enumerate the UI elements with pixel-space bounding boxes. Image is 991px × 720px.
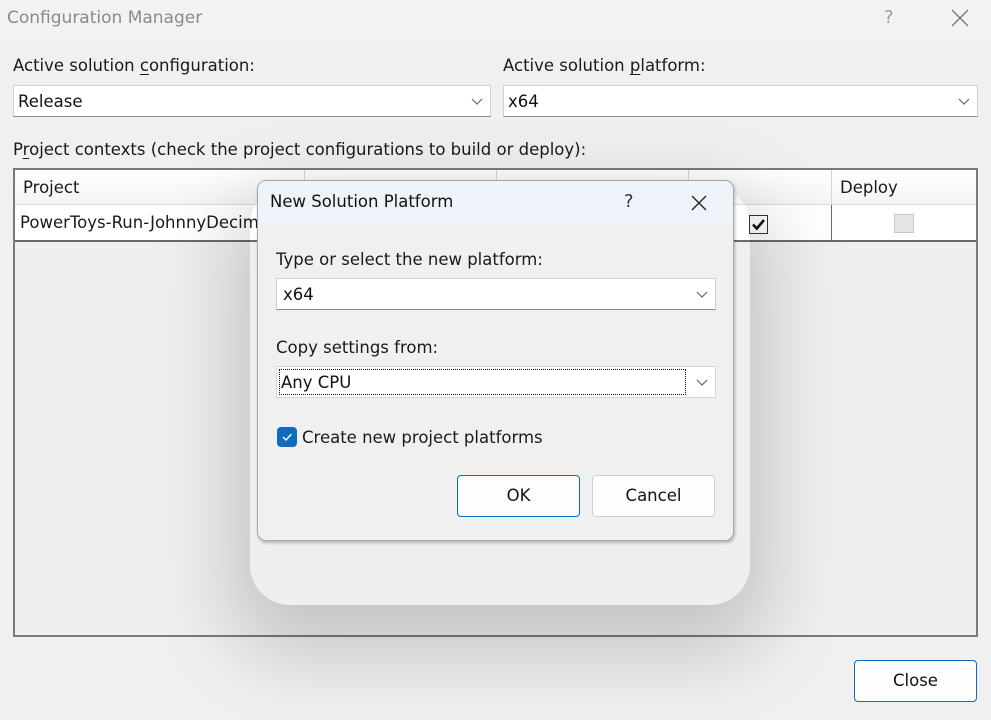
chevron-down-icon[interactable] [695, 376, 709, 388]
deploy-checkbox[interactable] [894, 214, 914, 233]
new-platform-label: Type or select the new platform: [276, 250, 543, 269]
active-configuration-label: Active solution configuration: [13, 56, 255, 75]
project-contexts-label: Project contexts (check the project conf… [13, 140, 587, 159]
active-platform-dropdown[interactable]: x64 [503, 85, 978, 117]
close-icon[interactable] [949, 7, 971, 29]
window-title: Configuration Manager [7, 8, 203, 28]
build-checkbox[interactable] [749, 215, 768, 234]
create-project-platforms-label[interactable]: Create new project platforms [302, 428, 543, 447]
chevron-down-icon [471, 98, 483, 105]
cancel-button[interactable]: Cancel [592, 475, 715, 517]
new-solution-platform-dialog: New Solution Platform ? Type or select t… [257, 180, 734, 541]
title-bar: Configuration Manager ? [0, 0, 991, 38]
copy-settings-value: Any CPU [281, 373, 352, 392]
dialog-close-icon[interactable] [689, 193, 709, 213]
active-configuration-value: Release [18, 92, 83, 111]
checkmark-icon [282, 433, 293, 442]
active-configuration-dropdown[interactable]: Release [13, 85, 491, 117]
new-platform-combobox[interactable]: x64 [276, 278, 716, 310]
checkmark-icon [752, 219, 765, 231]
chevron-down-icon[interactable] [695, 288, 709, 300]
dialog-help-icon[interactable]: ? [624, 191, 634, 212]
dialog-title: New Solution Platform [270, 192, 454, 211]
new-platform-value: x64 [283, 285, 314, 304]
create-project-platforms-checkbox[interactable] [277, 427, 297, 447]
column-header-deploy[interactable]: Deploy [832, 170, 976, 205]
chevron-down-icon [958, 98, 970, 105]
help-icon[interactable]: ? [884, 7, 894, 28]
close-button[interactable]: Close [854, 660, 977, 702]
active-platform-label: Active solution platform: [503, 56, 706, 75]
copy-settings-dropdown[interactable]: Any CPU [276, 366, 716, 398]
ok-button[interactable]: OK [457, 475, 580, 517]
copy-settings-label: Copy settings from: [276, 338, 439, 357]
active-platform-value: x64 [508, 92, 539, 111]
dialog-title-bar: New Solution Platform ? [258, 181, 733, 225]
configuration-manager-window: Configuration Manager ? Active solution … [0, 0, 991, 720]
